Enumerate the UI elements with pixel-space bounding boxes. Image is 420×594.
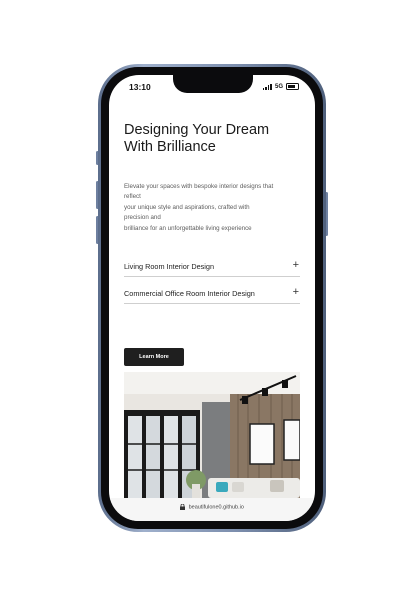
plus-icon[interactable]: +: [293, 286, 299, 298]
accordion-label: Living Room Interior Design: [124, 262, 215, 271]
description-line: Elevate your spaces with bespoke interio…: [124, 183, 274, 190]
plus-icon[interactable]: +: [293, 259, 299, 271]
description-line: precision and: [124, 214, 161, 222]
camera-notch: [173, 75, 253, 93]
description-line: reflect: [124, 193, 141, 201]
title-line-2: With Brilliance: [124, 139, 216, 155]
url-text: beautifulone0.github.io: [188, 504, 244, 511]
description-line: your unique style and aspirations, craft…: [124, 203, 250, 211]
accordion-label: Commercial Office Room Interior Design: [124, 289, 255, 298]
lock-icon: [180, 504, 186, 510]
battery-icon: [286, 83, 299, 90]
description-line: brilliance for an unforgettable living e…: [124, 224, 252, 232]
learn-more-button[interactable]: Learn More: [124, 348, 184, 366]
interior-photo: [124, 372, 300, 498]
browser-address-bar[interactable]: beautifulone0.github.io: [109, 498, 315, 521]
url-display: beautifulone0.github.io: [109, 504, 315, 510]
phone-screen: 13:10 5G Designing Your Dream With Brill…: [109, 75, 315, 521]
signal-icon: [262, 83, 272, 90]
title-line-1: Designing Your Dream: [124, 122, 270, 138]
living-room-image: [124, 372, 300, 498]
hero-description: Elevate your spaces with bespoke interio…: [124, 182, 304, 234]
page-title: Designing Your Dream With Brilliance: [124, 122, 300, 156]
accordion-item-commercial-office[interactable]: Commercial Office Room Interior Design +: [124, 283, 300, 304]
accordion-item-living-room[interactable]: Living Room Interior Design +: [124, 256, 300, 277]
status-indicators: 5G: [262, 83, 299, 90]
network-label: 5G: [274, 83, 283, 90]
status-time: 13:10: [129, 82, 151, 92]
